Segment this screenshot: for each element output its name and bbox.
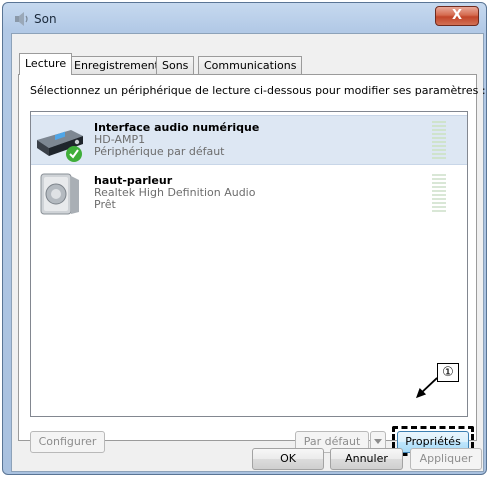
digital-audio-interface-icon	[37, 130, 83, 162]
apply-button[interactable]: Appliquer	[410, 448, 482, 470]
device-list[interactable]: Interface audio numérique HD-AMP1 Périph…	[30, 111, 468, 417]
tab-communications[interactable]: Communications	[198, 56, 303, 74]
speaker-title-icon	[15, 12, 28, 26]
window-title: Son	[34, 12, 57, 26]
close-icon: X	[451, 8, 463, 23]
tab-lecture[interactable]: Lecture	[19, 53, 73, 75]
callout-arrow-icon	[416, 377, 438, 399]
chevron-down-icon	[374, 439, 382, 444]
volume-meter	[432, 121, 446, 161]
volume-meter	[432, 174, 446, 214]
device-item-digital-interface[interactable]: Interface audio numérique HD-AMP1 Périph…	[31, 115, 467, 165]
playback-panel: Sélectionnez un périphérique de lecture …	[18, 74, 486, 453]
tab-enregistrement[interactable]: Enregistrement	[68, 56, 165, 74]
device-status: Périphérique par défaut	[94, 145, 225, 158]
dialog-window: Son X Lecture Enregistrement Sons Commun…	[2, 2, 487, 475]
dialog-client: Lecture Enregistrement Sons Communicatio…	[11, 33, 486, 472]
callout-badge: ①	[437, 363, 459, 382]
device-model: Realtek High Definition Audio	[94, 186, 256, 199]
speaker-icon	[40, 173, 79, 215]
tab-sons[interactable]: Sons	[156, 56, 195, 74]
configure-button[interactable]: Configurer	[30, 431, 105, 453]
ok-button[interactable]: OK	[252, 448, 324, 470]
cancel-button[interactable]: Annuler	[330, 448, 403, 470]
close-button[interactable]: X	[435, 6, 479, 26]
device-status: Prêt	[94, 198, 116, 211]
instruction-text: Sélectionnez un périphérique de lecture …	[30, 84, 486, 97]
device-item-speaker[interactable]: haut-parleur Realtek High Definition Aud…	[31, 169, 467, 219]
